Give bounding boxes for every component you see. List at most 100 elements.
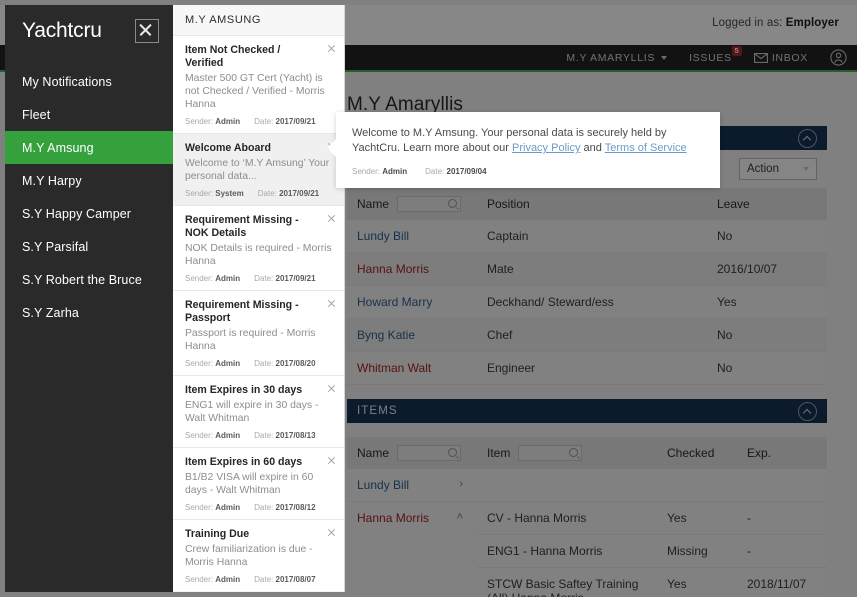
privacy-policy-link[interactable]: Privacy Policy: [512, 142, 580, 154]
sidebar-item-fleet[interactable]: Fleet: [5, 98, 173, 131]
items-checked-cell: [657, 469, 737, 502]
items-name-search-input[interactable]: [397, 445, 462, 461]
notification-date-value: 2017/08/13: [275, 431, 316, 440]
crew-name-link[interactable]: Byng Katie: [357, 328, 415, 342]
sidebar-item-label: S.Y Happy Camper: [22, 206, 132, 221]
sidebar-item-s-y-robert-the-bruce[interactable]: S.Y Robert the Bruce: [5, 263, 173, 296]
crew-action-dropdown[interactable]: Action: [739, 158, 817, 180]
close-icon[interactable]: [327, 299, 336, 308]
sidebar-item-s-y-zarha[interactable]: S.Y Zarha: [5, 296, 173, 329]
notification-body: Crew familiarization is due - Morris Han…: [185, 544, 313, 568]
chevron-up-icon[interactable]: ˄: [457, 511, 463, 524]
crew-name-link[interactable]: Lundy Bill: [357, 229, 409, 243]
notifications-panel[interactable]: M.Y AMSUNG Item Not Checked / Verified Ma…: [173, 5, 345, 592]
notification-sender-value: System: [215, 189, 244, 198]
crew-table-body: Lundy Bill Captain No Hanna Morris Mate 2016/…: [347, 220, 827, 385]
table-row[interactable]: Hanna Morris ˄ CV - Hanna Morris Yes -: [347, 501, 827, 597]
sidebar-item-label: M.Y Harpy: [22, 173, 82, 188]
notification-item[interactable]: Item Expires in 30 days ENG1 will expire …: [173, 375, 344, 447]
crew-name-link[interactable]: Whitman Walt: [357, 361, 431, 375]
envelope-icon: [753, 52, 768, 63]
close-icon[interactable]: [327, 384, 336, 393]
notification-meta: Sender: Admin Date: 2017/08/20: [185, 359, 334, 368]
items-col-item: Item: [477, 437, 657, 469]
nav-account[interactable]: [830, 49, 847, 66]
items-item-cell: STCW Basic Saftey Training (All) Hanna M…: [477, 567, 657, 597]
nav-inbox[interactable]: INBOX: [753, 52, 808, 64]
notification-item[interactable]: Item Not Checked / Verified Master 500 GT…: [173, 35, 344, 133]
crew-position-cell: Engineer: [477, 351, 707, 385]
close-icon[interactable]: [327, 528, 336, 537]
notification-sender-value: Admin: [215, 431, 241, 440]
items-checked-cell: Missing: [657, 534, 737, 568]
notification-date: Date: 2017/09/21: [258, 189, 319, 198]
notification-date-value: 2017/09/21: [275, 117, 316, 126]
close-icon[interactable]: [327, 456, 336, 465]
sidebar-item-label: M.Y Amsung: [22, 140, 94, 155]
crew-name-search-input[interactable]: [397, 196, 462, 212]
sidebar-item-s-y-parsifal[interactable]: S.Y Parsifal: [5, 230, 173, 263]
items-item-cell: ENG1 - Hanna Morris: [477, 534, 657, 568]
crew-name-link[interactable]: Howard Marry: [357, 295, 432, 309]
notification-body: Welcome to ‘M.Y Amsung’ Your personal da…: [185, 158, 330, 182]
nav-vessel-selector[interactable]: M.Y AMARYLLIS: [566, 51, 668, 64]
close-icon[interactable]: [135, 19, 159, 43]
crew-action-label: Action: [747, 163, 779, 175]
crew-name-cell[interactable]: Hanna Morris: [347, 252, 477, 286]
crew-name-cell[interactable]: Byng Katie: [347, 318, 477, 352]
sidebar-item-my-notifications[interactable]: My Notifications: [5, 65, 173, 98]
table-row[interactable]: Hanna Morris Mate 2016/10/07: [347, 252, 827, 286]
items-group-name-cell[interactable]: Lundy Bill ›: [347, 469, 477, 502]
popup-meta: Sender: Admin Date: 2017/09/04: [352, 167, 704, 176]
crew-position-cell: Captain: [477, 220, 707, 253]
items-group-name-link[interactable]: Lundy Bill: [357, 478, 409, 492]
notification-detail-popup: Welcome to M.Y Amsung. Your personal dat…: [327, 112, 720, 188]
sidebar-item-s-y-happy-camper[interactable]: S.Y Happy Camper: [5, 197, 173, 230]
notification-title: Training Due: [185, 528, 250, 540]
notification-sender: Sender: Admin: [185, 431, 240, 440]
popup-sender-value: Admin: [382, 167, 408, 176]
crew-name-cell[interactable]: Lundy Bill: [347, 220, 477, 253]
search-icon: [569, 448, 579, 457]
crew-name-link[interactable]: Hanna Morris: [357, 262, 429, 276]
items-group-name-link[interactable]: Hanna Morris: [357, 511, 429, 525]
items-section-title: ITEMS: [357, 405, 398, 417]
sidebar-item-m-y-amsung[interactable]: M.Y Amsung: [5, 131, 173, 164]
sidebar-item-m-y-harpy[interactable]: M.Y Harpy: [5, 164, 173, 197]
table-row[interactable]: Whitman Walt Engineer No: [347, 351, 827, 385]
crew-name-cell[interactable]: Howard Marry: [347, 285, 477, 319]
table-row[interactable]: Lundy Bill Captain No: [347, 220, 827, 253]
notification-item[interactable]: Item Expires in 60 days B1/B2 VISA will e…: [173, 447, 344, 519]
items-exp-cell: -: [737, 501, 827, 535]
table-row[interactable]: Lundy Bill ›: [347, 469, 827, 502]
items-item-search-input[interactable]: [518, 445, 583, 461]
search-icon: [448, 199, 458, 208]
crew-name-cell[interactable]: Whitman Walt: [347, 351, 477, 385]
nav-issues[interactable]: ISSUES 5: [689, 45, 742, 64]
chevron-up-icon[interactable]: [798, 128, 817, 148]
notification-title: Item Expires in 30 days: [185, 384, 303, 396]
items-table: Name Item Checked Exp. Lundy Bill › Hann…: [347, 437, 827, 597]
notification-sender-value: Admin: [215, 274, 241, 283]
logged-in-value: Employer: [785, 17, 839, 29]
terms-of-service-link[interactable]: Terms of Service: [605, 142, 687, 154]
notification-sender: Sender: Admin: [185, 274, 240, 283]
notification-date-label: Date:: [254, 274, 274, 283]
crew-col-name-label: Name: [357, 197, 390, 211]
table-row[interactable]: Byng Katie Chef No: [347, 318, 827, 352]
notification-date-label: Date:: [254, 359, 274, 368]
items-exp-cell: -: [737, 534, 827, 568]
close-icon[interactable]: [327, 214, 336, 223]
table-row[interactable]: Howard Marry Deckhand/ Steward/ess Yes: [347, 285, 827, 319]
items-table-body: Lundy Bill › Hanna Morris ˄ CV - Hanna Morri…: [347, 469, 827, 597]
notification-item[interactable]: Requirement Missing - NOK Details NOK Det…: [173, 205, 344, 290]
notification-item[interactable]: Training Due Crew familiarization is due …: [173, 519, 344, 591]
notification-item[interactable]: Requirement Missing - Passport Passport i…: [173, 290, 344, 375]
chevron-up-icon[interactable]: [798, 401, 817, 421]
close-icon[interactable]: [327, 44, 336, 53]
nav-vessel-label: M.Y AMARYLLIS: [566, 51, 656, 64]
items-group-name-cell[interactable]: Hanna Morris ˄: [347, 501, 477, 597]
notification-item[interactable]: Welcome Aboard Welcome to ‘M.Y Amsung’ Yo…: [173, 133, 344, 205]
chevron-right-icon[interactable]: ›: [459, 478, 463, 491]
items-checked-cell: Yes: [657, 501, 737, 535]
